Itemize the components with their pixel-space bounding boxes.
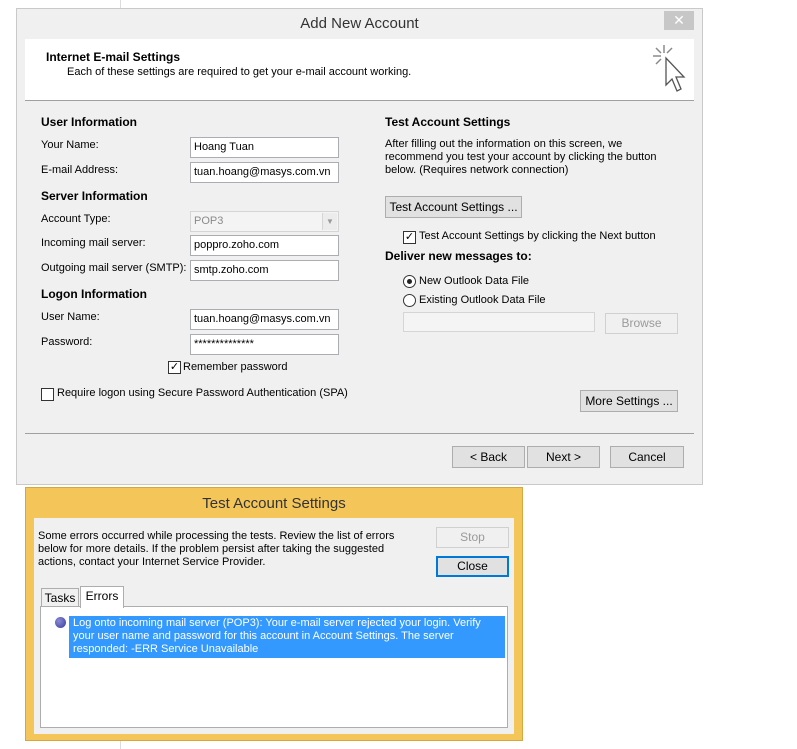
password-label: Password: xyxy=(41,336,93,348)
user-information-heading: User Information xyxy=(41,115,138,129)
your-name-label: Your Name: xyxy=(41,139,99,151)
server-information-heading: Server Information xyxy=(41,189,148,203)
stop-button: Stop xyxy=(436,527,509,548)
dialog-message: Some errors occurred while processing th… xyxy=(38,530,395,568)
next-button[interactable]: Next > xyxy=(527,446,600,468)
remember-password-checkbox[interactable]: ✓ xyxy=(168,361,181,374)
remember-password-label: Remember password xyxy=(183,361,288,373)
more-settings-button[interactable]: More Settings ... xyxy=(580,390,678,412)
deliver-messages-heading: Deliver new messages to: xyxy=(385,249,532,263)
tab-tasks[interactable]: Tasks xyxy=(41,588,79,608)
tab-errors[interactable]: Errors xyxy=(80,586,124,608)
incoming-server-input[interactable]: poppro.zoho.com xyxy=(190,235,339,256)
account-type-value: POP3 xyxy=(194,215,224,227)
browse-button: Browse xyxy=(605,313,678,334)
dialog-body: Some errors occurred while processing th… xyxy=(34,518,514,734)
divider xyxy=(25,433,694,434)
new-data-file-label: New Outlook Data File xyxy=(419,275,530,287)
existing-data-file-label: Existing Outlook Data File xyxy=(419,294,546,306)
user-name-input[interactable]: tuan.hoang@masys.com.vn xyxy=(190,309,339,330)
window-title: Add New Account xyxy=(300,15,419,32)
logon-information-heading: Logon Information xyxy=(41,287,147,301)
outgoing-server-input[interactable]: smtp.zoho.com xyxy=(190,260,339,281)
close-button[interactable]: Close xyxy=(436,556,509,577)
test-settings-heading: Test Account Settings xyxy=(385,115,511,129)
new-data-file-radio[interactable] xyxy=(403,275,416,288)
test-settings-description: After filling out the information on thi… xyxy=(385,138,657,176)
background-line xyxy=(120,741,121,749)
account-type-label: Account Type: xyxy=(41,213,111,225)
test-account-settings-dialog: Test Account Settings Some errors occurr… xyxy=(25,487,523,741)
your-name-input[interactable]: Hoang Tuan xyxy=(190,137,339,158)
spa-checkbox[interactable] xyxy=(41,388,54,401)
header-panel: Internet E-mail Settings Each of these s… xyxy=(25,39,694,101)
header-subtitle: Each of these settings are required to g… xyxy=(67,66,412,78)
chevron-down-icon: ▼ xyxy=(322,213,337,230)
password-input[interactable]: ************** xyxy=(190,334,339,355)
email-address-input[interactable]: tuan.hoang@masys.com.vn xyxy=(190,162,339,183)
user-name-label: User Name: xyxy=(41,311,100,323)
spa-label: Require logon using Secure Password Auth… xyxy=(57,387,348,399)
dialog-title: Test Account Settings xyxy=(202,495,346,512)
add-new-account-window: Add New Account ✕ Internet E-mail Settin… xyxy=(16,8,703,485)
account-type-select: POP3 ▼ xyxy=(190,211,339,232)
title-bar[interactable]: Add New Account ✕ xyxy=(17,9,702,39)
error-list-item[interactable]: Log onto incoming mail server (POP3): Yo… xyxy=(69,616,505,658)
error-bullet-icon xyxy=(55,617,66,628)
existing-data-file-radio[interactable] xyxy=(403,294,416,307)
test-account-settings-button[interactable]: Test Account Settings ... xyxy=(385,196,522,218)
background-line xyxy=(120,0,121,8)
data-file-path-input xyxy=(403,312,595,332)
cancel-button[interactable]: Cancel xyxy=(610,446,684,468)
incoming-server-label: Incoming mail server: xyxy=(41,237,146,249)
errors-panel: Log onto incoming mail server (POP3): Yo… xyxy=(40,606,508,728)
email-address-label: E-mail Address: xyxy=(41,164,119,176)
back-button[interactable]: < Back xyxy=(452,446,525,468)
close-window-button[interactable]: ✕ xyxy=(664,11,694,30)
auto-test-checkbox[interactable]: ✓ xyxy=(403,231,416,244)
cursor-click-icon xyxy=(653,45,686,92)
outgoing-server-label: Outgoing mail server (SMTP): xyxy=(41,262,187,274)
auto-test-label: Test Account Settings by clicking the Ne… xyxy=(419,230,656,242)
header-title: Internet E-mail Settings xyxy=(46,50,181,64)
